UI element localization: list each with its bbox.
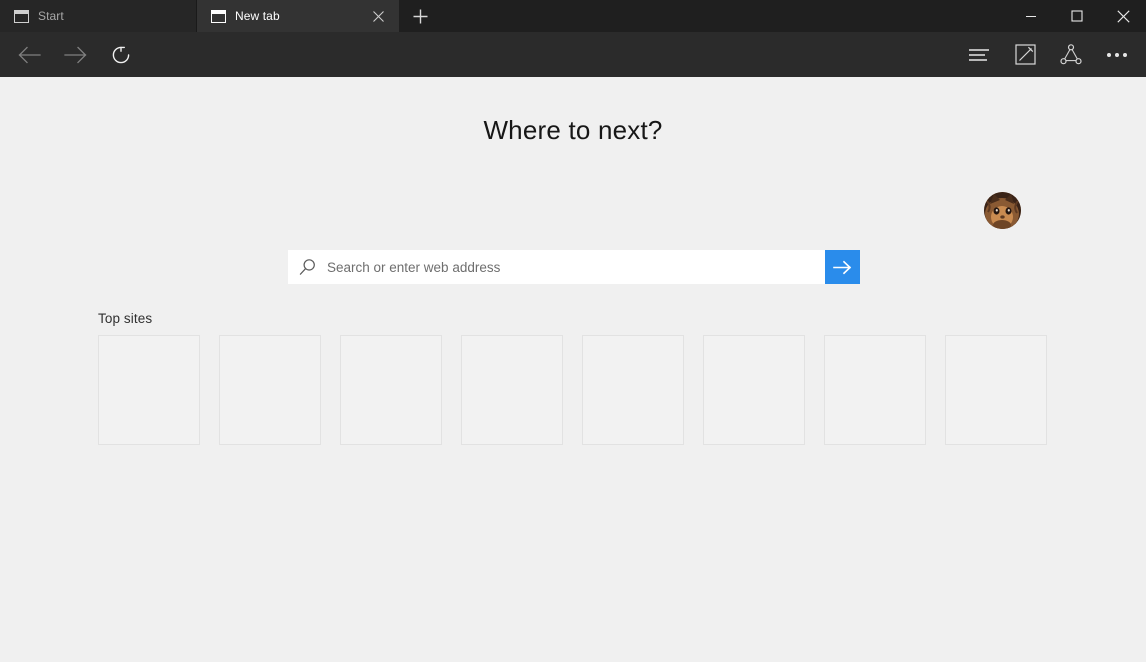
reading-view-button[interactable] [956,32,1002,77]
share-icon [1060,44,1082,65]
plus-icon [413,9,427,23]
more-dots-icon [1107,52,1127,57]
refresh-button[interactable] [98,32,144,77]
top-sites-grid [98,335,1047,445]
reading-view-icon [969,48,989,61]
top-site-tile[interactable] [582,335,684,445]
arrow-right-icon [63,46,86,63]
minimize-button[interactable] [1008,0,1054,32]
window-icon [211,9,226,23]
top-site-tile[interactable] [945,335,1047,445]
search-icon [299,258,317,276]
top-site-tile[interactable] [824,335,926,445]
top-site-tile[interactable] [340,335,442,445]
more-button[interactable] [1094,32,1140,77]
tab-strip: Start New tab [0,0,1146,32]
refresh-icon [112,46,130,63]
window-controls [1008,0,1146,32]
share-button[interactable] [1048,32,1094,77]
search-bar [288,250,860,284]
web-note-button[interactable] [1002,32,1048,77]
tab-new-tab[interactable]: New tab [197,0,399,32]
close-icon [1116,9,1130,23]
page-title: Where to next? [483,115,663,145]
tab-title: New tab [235,9,280,23]
forward-button[interactable] [52,32,98,77]
top-sites-label: Top sites [98,311,153,326]
back-button[interactable] [6,32,52,77]
new-tab-page: Where to next? Search or enter web addre… [0,77,1146,662]
search-input[interactable] [327,250,825,284]
search-box[interactable] [288,250,825,284]
top-site-tile[interactable] [98,335,200,445]
arrow-right-icon [833,260,852,274]
navigation-toolbar [0,32,1146,77]
top-site-tile[interactable] [219,335,321,445]
go-button[interactable] [825,250,860,284]
close-icon[interactable] [367,5,389,27]
avatar[interactable] [984,192,1021,229]
close-button[interactable] [1100,0,1146,32]
tab-strip-empty-area [441,0,1008,32]
minimize-icon [1026,16,1036,17]
pen-square-icon [1014,44,1036,65]
tab-title: Start [38,9,64,23]
new-tab-button[interactable] [399,0,441,32]
cat-avatar-icon [984,192,1021,229]
window-icon [14,9,29,23]
tab-start[interactable]: Start [0,0,197,32]
top-site-tile[interactable] [703,335,805,445]
maximize-button[interactable] [1054,0,1100,32]
arrow-left-icon [18,46,41,63]
maximize-icon [1071,10,1083,22]
top-site-tile[interactable] [461,335,563,445]
